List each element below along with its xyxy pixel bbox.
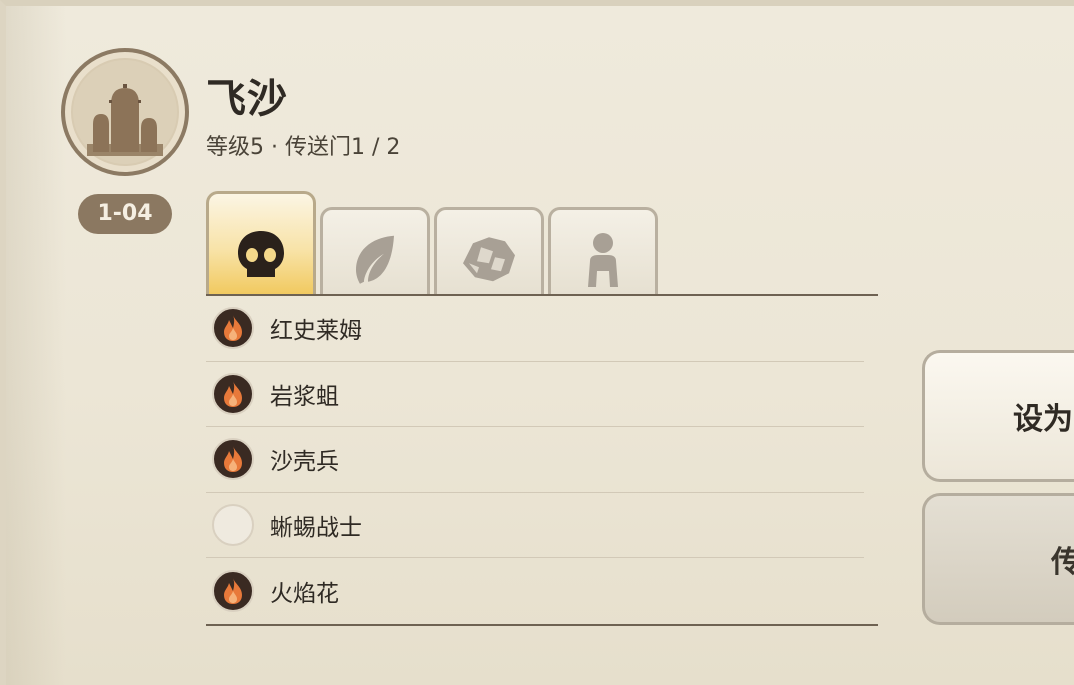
undiscovered-circle-icon	[212, 503, 254, 546]
fire-icon	[212, 307, 254, 350]
monster-name: 沙壳兵	[270, 449, 339, 476]
fire-icon	[212, 372, 254, 415]
list-item[interactable]: 红史莱姆	[206, 296, 864, 362]
location-emblem	[61, 48, 189, 176]
fire-icon	[212, 569, 254, 612]
monster-name: 红史莱姆	[270, 318, 362, 345]
monster-list: 红史莱姆 岩浆蛆 沙壳兵 蜥蜴战士 火焰花	[206, 294, 878, 626]
location-info-panel: 1-04 飞沙 等级5 · 传送门1 / 2 红史莱姆 岩浆蛆 沙壳兵 蜥蜴战士…	[0, 0, 1074, 685]
tab-monsters[interactable]	[206, 191, 316, 295]
monster-name: 蜥蜴战士	[270, 514, 362, 541]
leaf-icon	[356, 235, 394, 284]
monster-name: 岩浆蛆	[270, 383, 339, 410]
tab-npcs[interactable]	[548, 207, 658, 295]
tab-plants[interactable]	[320, 207, 430, 295]
monster-name: 火焰花	[270, 580, 339, 607]
set-as-button[interactable]: 设为	[922, 350, 1074, 482]
stage-code-badge: 1-04	[78, 194, 172, 234]
list-item[interactable]: 火焰花	[206, 558, 864, 624]
list-item[interactable]: 蜥蜴战士	[206, 493, 864, 558]
tab-ores[interactable]	[434, 207, 544, 295]
location-subtitle: 等级5 · 传送门1 / 2	[206, 135, 401, 160]
skull-icon	[238, 230, 284, 277]
list-item[interactable]: 沙壳兵	[206, 427, 864, 493]
teleport-button[interactable]: 传	[922, 493, 1074, 625]
location-title: 飞沙	[206, 76, 288, 122]
ore-rock-icon	[463, 236, 515, 281]
cactus-emblem-icon	[73, 60, 177, 164]
list-item[interactable]: 岩浆蛆	[206, 362, 864, 427]
fire-icon	[212, 438, 254, 481]
category-tabs	[206, 191, 666, 296]
person-icon	[588, 232, 618, 287]
